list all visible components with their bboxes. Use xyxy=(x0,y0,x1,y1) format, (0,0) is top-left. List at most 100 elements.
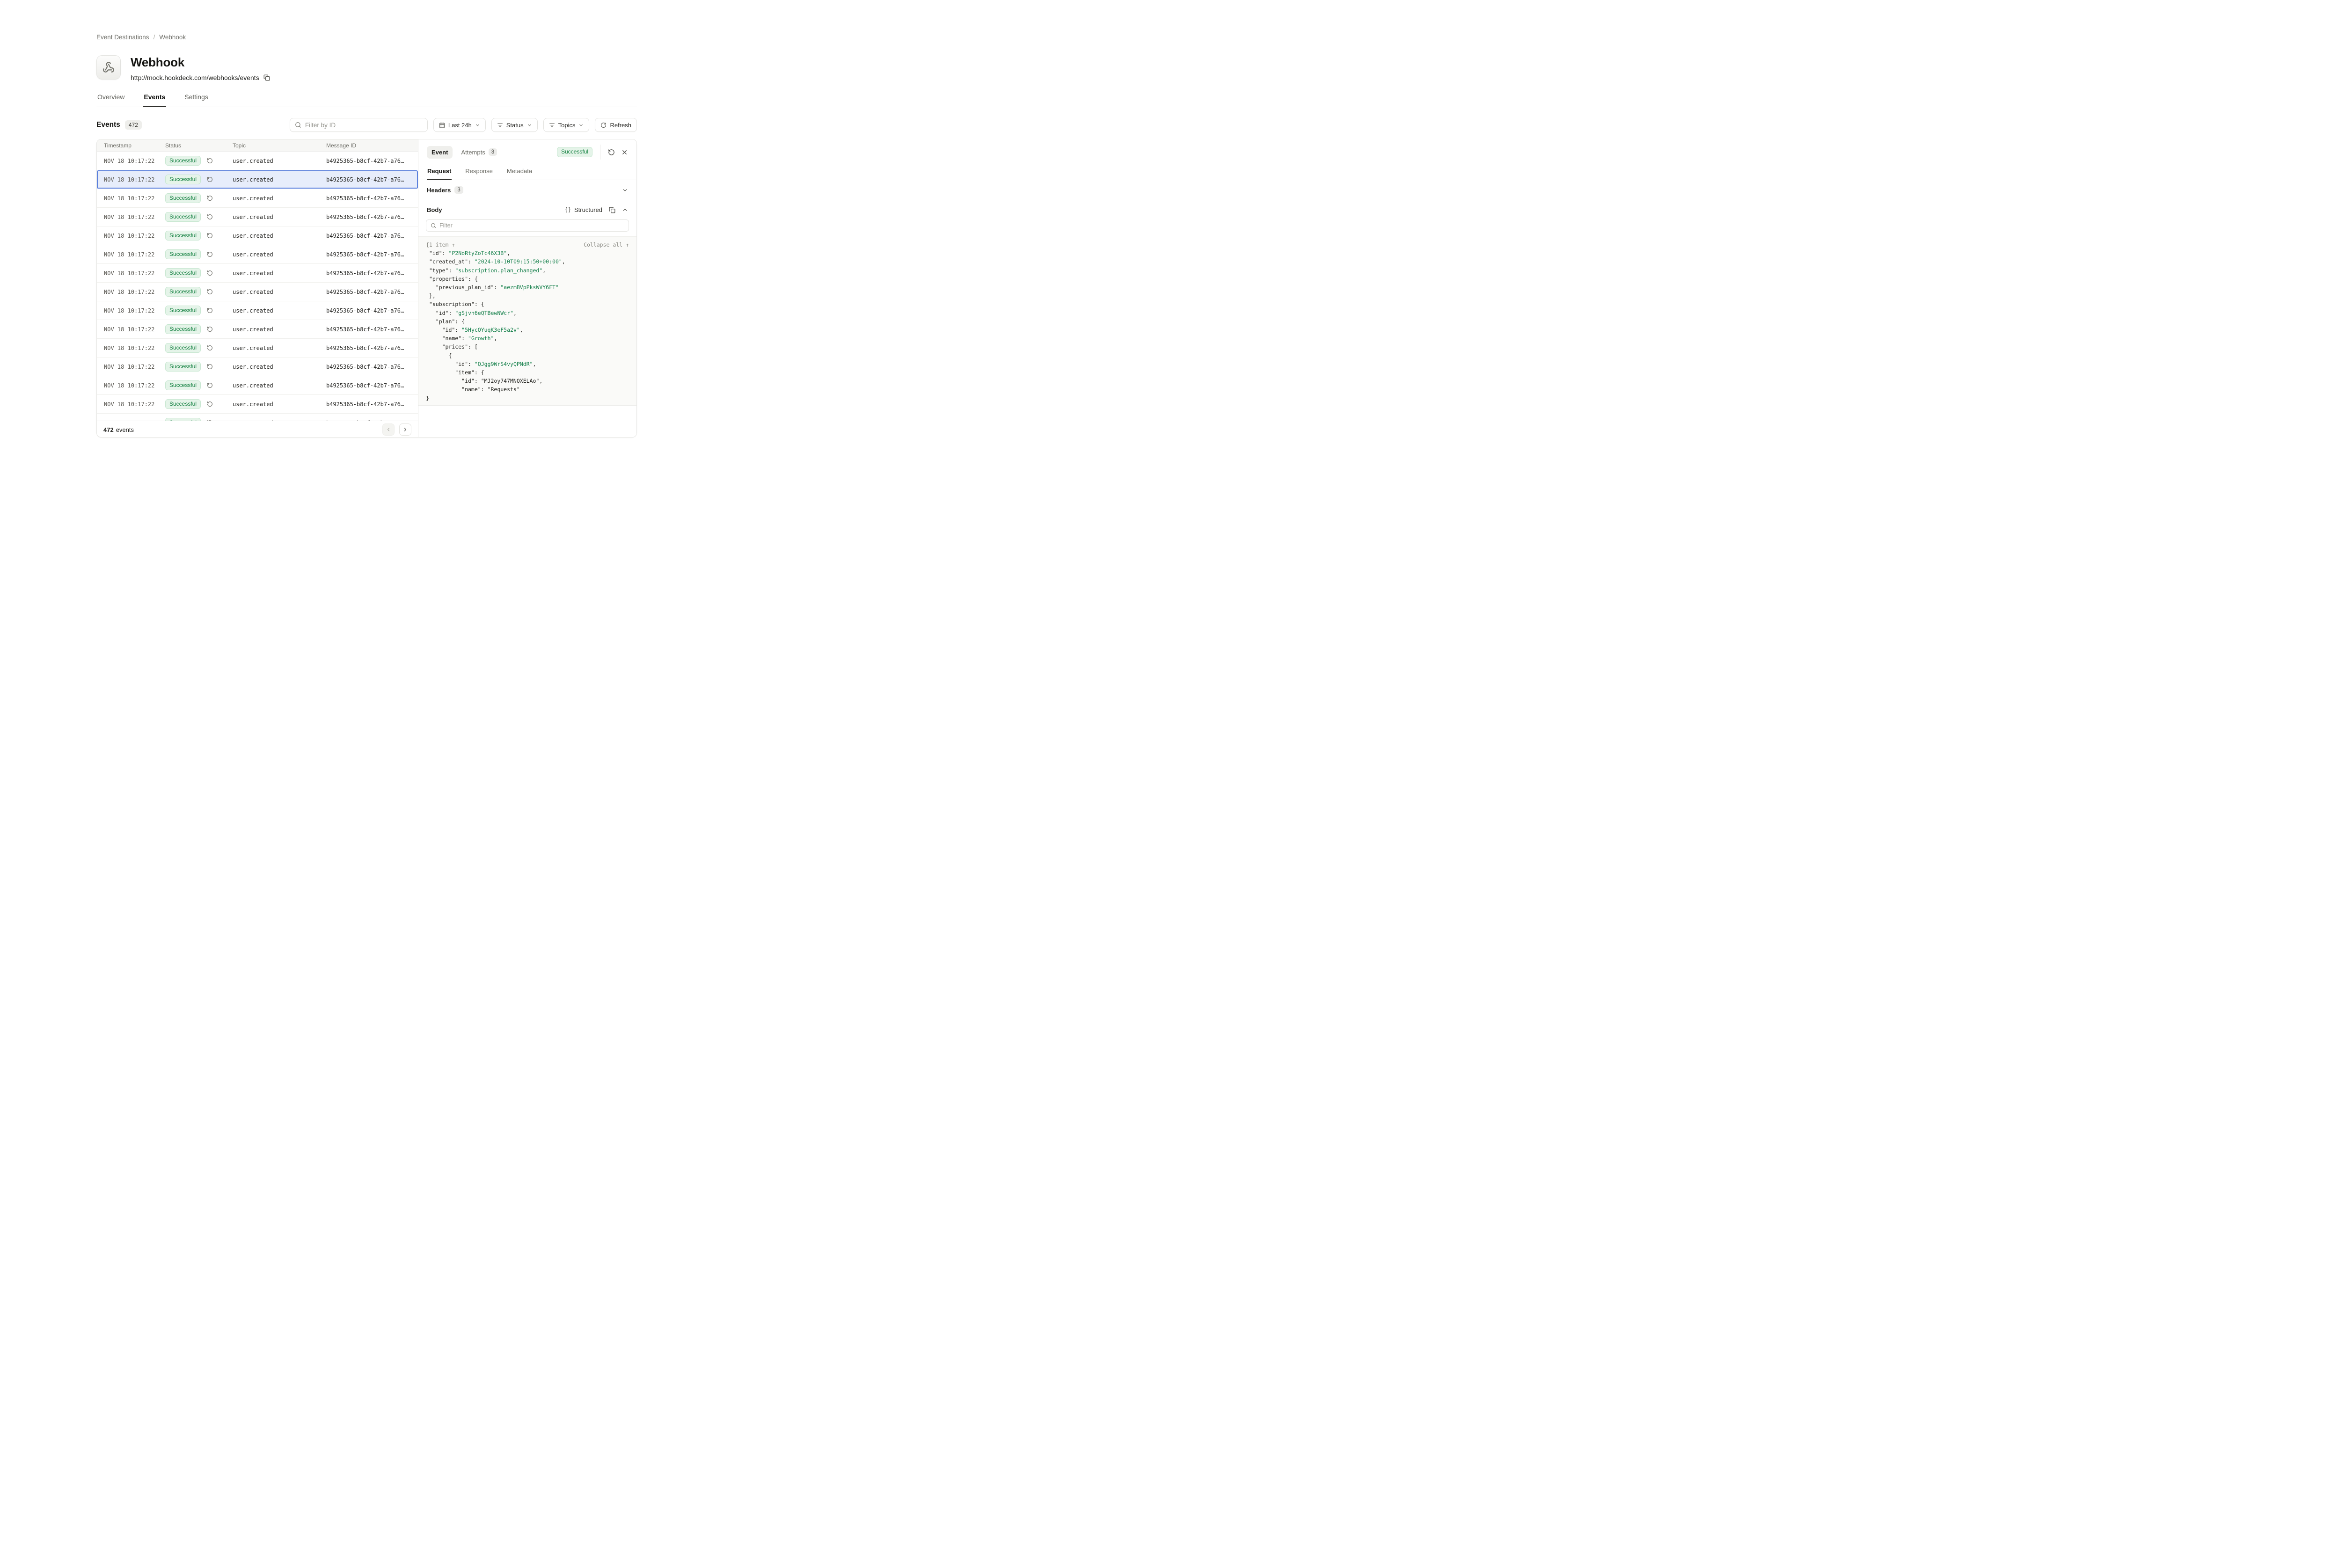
breadcrumb-webhook[interactable]: Webhook xyxy=(159,34,186,41)
table-row[interactable]: NOV 18 10:17:22 Successful user.created … xyxy=(97,395,418,414)
row-retry-button[interactable] xyxy=(207,401,213,407)
row-retry-button[interactable] xyxy=(207,195,213,201)
retry-icon xyxy=(207,233,213,239)
refresh-button[interactable]: Refresh xyxy=(595,118,637,132)
close-panel-button[interactable] xyxy=(621,149,628,156)
row-message-id: b4925365-b8cf-42b7-a76… xyxy=(326,382,418,389)
footer-count: 472 xyxy=(103,426,114,433)
events-heading: Events xyxy=(96,121,120,129)
body-filter-box[interactable] xyxy=(426,219,629,232)
row-status-badge: Successful xyxy=(165,343,201,353)
row-status-badge: Successful xyxy=(165,175,201,185)
detail-tab-attempts[interactable]: Attempts 3 xyxy=(461,148,497,156)
topics-filter-button[interactable]: Topics xyxy=(543,118,590,132)
event-detail-panel: Event Attempts 3 Successful Re xyxy=(418,139,636,437)
table-row[interactable]: NOV 18 10:17:22 Successful user.created … xyxy=(97,339,418,357)
detail-tab-event[interactable]: Event xyxy=(427,146,453,159)
row-status-badge: Successful xyxy=(165,193,201,204)
retry-icon xyxy=(608,149,615,156)
retry-icon xyxy=(207,158,213,164)
chevron-down-icon[interactable] xyxy=(622,187,628,193)
row-topic: user.created xyxy=(233,382,326,389)
row-retry-button[interactable] xyxy=(207,233,213,239)
row-topic: user.created xyxy=(233,251,326,258)
collapse-body-button[interactable] xyxy=(622,207,628,213)
json-line: "name": "Growth", xyxy=(426,334,629,343)
tab-settings[interactable]: Settings xyxy=(183,93,209,107)
headers-label: Headers xyxy=(427,187,451,194)
row-timestamp: NOV 18 10:17:22 xyxy=(97,382,165,389)
row-retry-button[interactable] xyxy=(207,345,213,351)
page-header: Webhook http://mock.hookdeck.com/webhook… xyxy=(96,55,637,81)
row-message-id: b4925365-b8cf-42b7-a76… xyxy=(326,158,418,164)
row-message-id: b4925365-b8cf-42b7-a76… xyxy=(326,289,418,295)
json-viewer: {1 item ↑Collapse all ↑ "id": "P2NoRtyZo… xyxy=(418,236,636,406)
events-count-badge: 472 xyxy=(125,120,142,130)
collapse-all-button[interactable]: Collapse all ↑ xyxy=(584,241,629,249)
row-status-badge: Successful xyxy=(165,249,201,260)
row-timestamp: NOV 18 10:17:22 xyxy=(97,307,165,314)
table-row[interactable]: NOV 18 10:17:22 Successful user.created … xyxy=(97,414,418,421)
view-mode-toggle[interactable]: Structured xyxy=(565,206,602,213)
row-retry-button[interactable] xyxy=(207,364,213,370)
headers-section-toggle[interactable]: Headers 3 xyxy=(418,180,636,200)
detail-header: Event Attempts 3 Successful xyxy=(418,139,636,165)
json-line: "created_at": "2024-10-10T09:15:50+00:00… xyxy=(426,257,629,266)
next-page-button[interactable] xyxy=(399,423,411,436)
row-retry-button[interactable] xyxy=(207,214,213,220)
row-retry-button[interactable] xyxy=(207,176,213,182)
chevron-down-icon xyxy=(578,123,584,128)
row-retry-button[interactable] xyxy=(207,326,213,332)
status-filter-button[interactable]: Status xyxy=(491,118,538,132)
row-retry-button[interactable] xyxy=(207,251,213,257)
table-row[interactable]: NOV 18 10:17:22 Successful user.created … xyxy=(97,283,418,301)
subtab-metadata[interactable]: Metadata xyxy=(506,165,533,180)
row-timestamp: NOV 18 10:17:22 xyxy=(97,270,165,277)
refresh-icon xyxy=(600,122,607,128)
json-line: "id": "MJ2oy747MNQXELAo", xyxy=(426,377,629,385)
table-row[interactable]: NOV 18 10:17:22 Successful user.created … xyxy=(97,245,418,264)
row-status-badge: Successful xyxy=(165,212,201,222)
search-input[interactable] xyxy=(305,122,423,129)
table-row[interactable]: NOV 18 10:17:22 Successful user.created … xyxy=(97,152,418,170)
row-topic: user.created xyxy=(233,214,326,220)
row-status-badge: Successful xyxy=(165,156,201,166)
table-row[interactable]: NOV 18 10:17:22 Successful user.created … xyxy=(97,189,418,208)
table-body: NOV 18 10:17:22 Successful user.created … xyxy=(97,152,418,421)
row-retry-button[interactable] xyxy=(207,382,213,388)
page: Event Destinations / Webhook Webhook htt… xyxy=(0,0,724,456)
tab-events[interactable]: Events xyxy=(143,93,166,107)
main-tabs: Overview Events Settings xyxy=(96,93,637,107)
tab-overview[interactable]: Overview xyxy=(96,93,125,107)
json-line: "previous_plan_id": "aezmBVpPksWVY6FT" xyxy=(426,283,629,292)
retry-event-button[interactable] xyxy=(608,149,615,156)
table-row[interactable]: NOV 18 10:17:22 Successful user.created … xyxy=(97,301,418,320)
row-message-id: b4925365-b8cf-42b7-a76… xyxy=(326,214,418,220)
subtab-request[interactable]: Request xyxy=(427,165,452,180)
body-filter-input[interactable] xyxy=(439,222,624,229)
json-line: "plan": { xyxy=(426,317,629,326)
retry-icon xyxy=(207,401,213,407)
row-retry-button[interactable] xyxy=(207,158,213,164)
table-row[interactable]: NOV 18 10:17:22 Successful user.created … xyxy=(97,264,418,283)
subtab-response[interactable]: Response xyxy=(465,165,493,180)
row-retry-button[interactable] xyxy=(207,307,213,314)
copy-url-button[interactable] xyxy=(263,74,270,81)
table-row[interactable]: NOV 18 10:17:22 Successful user.created … xyxy=(97,357,418,376)
table-row[interactable]: NOV 18 10:17:22 Successful user.created … xyxy=(97,170,418,189)
webhook-avatar xyxy=(96,55,121,80)
copy-icon xyxy=(609,207,615,213)
table-row[interactable]: NOV 18 10:17:22 Successful user.created … xyxy=(97,208,418,226)
breadcrumb-event-destinations[interactable]: Event Destinations xyxy=(96,34,149,41)
table-row[interactable]: NOV 18 10:17:22 Successful user.created … xyxy=(97,376,418,395)
row-message-id: b4925365-b8cf-42b7-a76… xyxy=(326,326,418,333)
table-row[interactable]: NOV 18 10:17:22 Successful user.created … xyxy=(97,320,418,339)
previous-page-button[interactable] xyxy=(382,423,395,436)
search-box[interactable] xyxy=(290,118,428,132)
table-row[interactable]: NOV 18 10:17:22 Successful user.created … xyxy=(97,226,418,245)
row-retry-button[interactable] xyxy=(207,270,213,276)
time-range-button[interactable]: Last 24h xyxy=(433,118,486,132)
row-retry-button[interactable] xyxy=(207,289,213,295)
copy-body-button[interactable] xyxy=(609,207,615,213)
retry-icon xyxy=(207,195,213,201)
